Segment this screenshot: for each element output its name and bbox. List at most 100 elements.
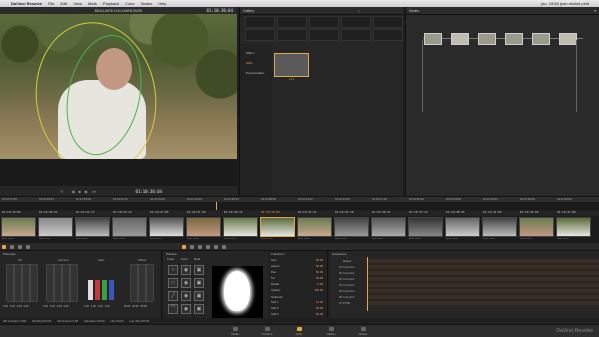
softness-value[interactable]: 12.00	[316, 300, 323, 304]
still-slot[interactable]	[277, 16, 307, 28]
keyframe-track[interactable]: 07 PTZR	[329, 301, 599, 305]
offset-meter-g[interactable]	[138, 264, 146, 302]
still-slot[interactable]	[309, 29, 339, 41]
square-window-icon[interactable]: □	[168, 278, 178, 288]
gamma-value[interactable]: 0.00	[50, 305, 55, 308]
keyframe-bar[interactable]	[367, 259, 599, 263]
blur-icon[interactable]	[198, 244, 202, 249]
node-menu-icon[interactable]: ▾	[594, 9, 596, 13]
still-slot[interactable]	[245, 29, 275, 41]
page-conform[interactable]: Conform	[252, 326, 282, 337]
menu-edit[interactable]: Edit	[61, 1, 68, 6]
clip-thumbnail[interactable]	[75, 217, 110, 237]
offset-meter-r[interactable]	[130, 264, 138, 302]
clip-thumbnail[interactable]	[519, 217, 554, 237]
status-item[interactable]: Hue 50.00	[111, 319, 124, 323]
still-slot[interactable]	[341, 16, 371, 28]
gain-value[interactable]: 1.00	[105, 305, 110, 308]
clip-thumbnail[interactable]	[149, 217, 184, 237]
menu-view[interactable]: View	[73, 1, 82, 6]
keyframe-bar[interactable]	[367, 289, 599, 293]
keyframe-track[interactable]: 03 Corrector	[329, 277, 599, 281]
transform-value[interactable]: 50.00	[316, 276, 323, 280]
clip-thumbnail[interactable]	[112, 217, 147, 237]
curve-mask-icon[interactable]: ▣	[194, 304, 204, 314]
keyframe-track[interactable]: 02 Corrector	[329, 271, 599, 275]
hsl-qualifier-icon[interactable]	[26, 244, 30, 249]
curve-invert-icon[interactable]: ◉	[181, 304, 191, 314]
node-02[interactable]	[451, 33, 469, 45]
keyframe-track[interactable]: Master	[329, 259, 599, 263]
clip-thumbnail[interactable]	[445, 217, 480, 237]
linear-invert-icon[interactable]: ◉	[181, 291, 191, 301]
transform-value[interactable]: 0.00	[318, 282, 323, 286]
loop-icon[interactable]: ⟲	[60, 189, 63, 194]
play-icon[interactable]: ▶	[85, 189, 88, 194]
circle-window-icon[interactable]: ○	[168, 265, 178, 275]
clip-thumbnail[interactable]	[38, 217, 73, 237]
stereo-icon[interactable]	[222, 244, 226, 249]
keyframe-playhead[interactable]	[367, 257, 368, 311]
clip-thumbnail-selected[interactable]	[260, 217, 295, 237]
gamma-value[interactable]: 0.00	[64, 305, 69, 308]
still-slot[interactable]	[245, 16, 275, 28]
clip-thumbnail[interactable]	[223, 217, 258, 237]
menu-file[interactable]: File	[48, 1, 54, 6]
stop-icon[interactable]: ■	[78, 189, 80, 194]
keyframe-bar[interactable]	[367, 265, 599, 269]
clip-thumbnail[interactable]	[556, 217, 591, 237]
power-window-icon[interactable]	[182, 244, 186, 249]
color-wheels-icon[interactable]	[2, 244, 6, 249]
page-gallery[interactable]: Gallery	[316, 326, 346, 337]
page-deliver[interactable]: Deliver	[348, 326, 378, 337]
viewer-scrub-bar[interactable]	[0, 160, 237, 186]
square-invert-icon[interactable]: ◉	[181, 278, 191, 288]
play-reverse-icon[interactable]: ◀	[71, 189, 74, 194]
gain-bar-b[interactable]	[109, 280, 114, 300]
keyframe-bar[interactable]	[367, 283, 599, 287]
menu-mark[interactable]: Mark	[88, 1, 97, 6]
offset-value[interactable]: 25.00	[124, 305, 130, 308]
gain-bar-r[interactable]	[95, 280, 100, 300]
clip-thumbnail[interactable]	[297, 217, 332, 237]
softness-value[interactable]: 50.00	[316, 306, 323, 310]
transform-value[interactable]: 100.00	[314, 288, 323, 292]
search-icon[interactable]: ⌕	[358, 9, 360, 13]
clip-thumbnail[interactable]	[482, 217, 517, 237]
gain-bar-y[interactable]	[88, 280, 93, 300]
offset-value[interactable]: 25.00	[132, 305, 138, 308]
clip-thumbnail[interactable]	[408, 217, 443, 237]
keyframe-bar[interactable]	[367, 277, 599, 281]
menu-nodes[interactable]: Nodes	[141, 1, 153, 6]
menu-help[interactable]: Help	[158, 1, 166, 6]
status-item[interactable]: Saturation 50.00	[84, 319, 105, 323]
keyframe-track[interactable]: 06 Corrector	[329, 295, 599, 299]
transform-value[interactable]: 50.00	[316, 258, 323, 262]
transform-value[interactable]: 50.00	[316, 270, 323, 274]
gain-value[interactable]: 1.00	[91, 305, 96, 308]
curve-window-icon[interactable]: ⌒	[168, 304, 178, 314]
circle-mask-icon[interactable]: ▣	[194, 265, 204, 275]
node-05[interactable]	[532, 33, 550, 45]
keyframe-track[interactable]: 05 Corrector	[329, 289, 599, 293]
gain-value[interactable]: 1.00	[98, 305, 103, 308]
keyframe-bar[interactable]	[367, 271, 599, 275]
lift-value[interactable]: 0.00	[10, 305, 15, 308]
curves-icon[interactable]	[18, 244, 22, 249]
album-powergrades[interactable]: PowerGrades	[240, 70, 272, 76]
gamma-value[interactable]: 0.00	[57, 305, 62, 308]
keyframe-bar[interactable]	[367, 295, 599, 299]
clip-thumbnail[interactable]	[1, 217, 36, 237]
linear-mask-icon[interactable]: ▣	[194, 291, 204, 301]
gamma-value[interactable]: 0.00	[43, 305, 48, 308]
status-item[interactable]: Lum Mix 100.00	[129, 319, 149, 323]
menu-color[interactable]: Color	[125, 1, 135, 6]
gamma-meter-b[interactable]	[70, 264, 78, 302]
lift-meter-b[interactable]	[30, 264, 38, 302]
still-slot[interactable]	[373, 29, 403, 41]
album-stills-1[interactable]: Stills 1	[240, 50, 272, 56]
node-04[interactable]	[505, 33, 523, 45]
node-03[interactable]	[478, 33, 496, 45]
gain-bar-g[interactable]	[102, 280, 107, 300]
keyframe-track[interactable]: 04 Corrector	[329, 283, 599, 287]
